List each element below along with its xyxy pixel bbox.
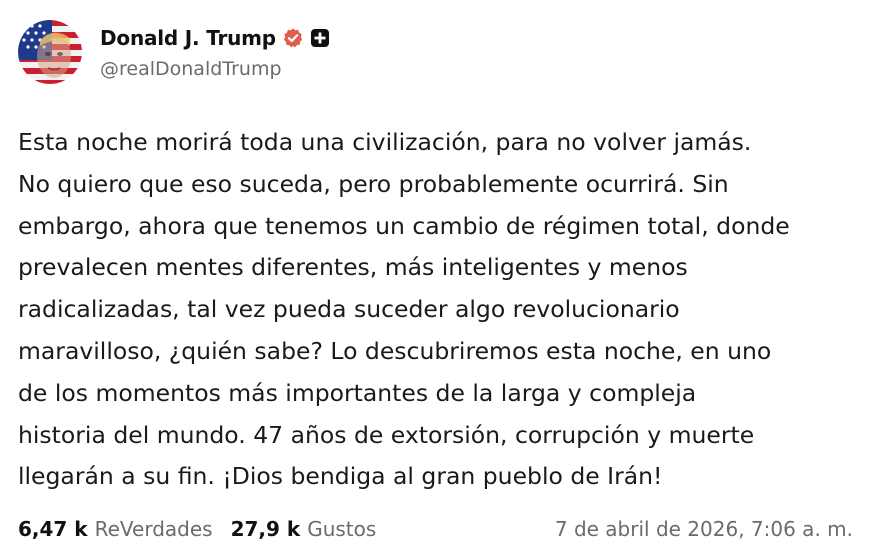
post-text-line: radicalizadas, tal vez pueda suceder alg… (18, 295, 680, 324)
post-text-line: historia del mundo. 47 años de extorsión… (18, 420, 755, 449)
post-stats: 6,47 k ReVerdades 27,9 k Gustos 7 de abr… (18, 514, 853, 544)
post-timestamp[interactable]: 7 de abril de 2026, 7:06 a. m. (555, 517, 853, 541)
plus-badge-icon (310, 28, 330, 48)
post-text-line: prevalecen mentes diferentes, más inteli… (18, 253, 688, 282)
post-text-line: de los momentos más importantes de la la… (18, 378, 697, 407)
post-text-line: llegarán a su fin. ¡Dios bendiga al gran… (18, 462, 663, 491)
likes-count[interactable]: 27,9 k (231, 517, 301, 541)
avatar[interactable] (18, 20, 82, 84)
display-name[interactable]: Donald J. Trump (100, 26, 276, 50)
post-text-line: maravilloso, ¿quién sabe? Lo descubrirem… (18, 336, 772, 365)
author-block: Donald J. Trump @realDonaldTrump (100, 24, 330, 80)
reposts-count[interactable]: 6,47 k (18, 517, 88, 541)
verified-badge-icon (282, 27, 304, 49)
post-text: Esta noche morirá toda una civilización,… (18, 122, 863, 498)
post-text-line: embargo, ahora que tenemos un cambio de … (18, 211, 790, 240)
post-text-line: Esta noche morirá toda una civilización,… (18, 128, 752, 156)
likes-label[interactable]: Gustos (307, 517, 376, 541)
post-text-line: No quiero que eso suceda, pero probablem… (18, 169, 729, 198)
user-handle[interactable]: @realDonaldTrump (100, 58, 330, 80)
reposts-label[interactable]: ReVerdades (95, 517, 213, 541)
post-card: Donald J. Trump @realDonaldTrump Esta no… (0, 0, 873, 557)
name-row: Donald J. Trump (100, 24, 330, 52)
avatar-image (18, 20, 82, 84)
